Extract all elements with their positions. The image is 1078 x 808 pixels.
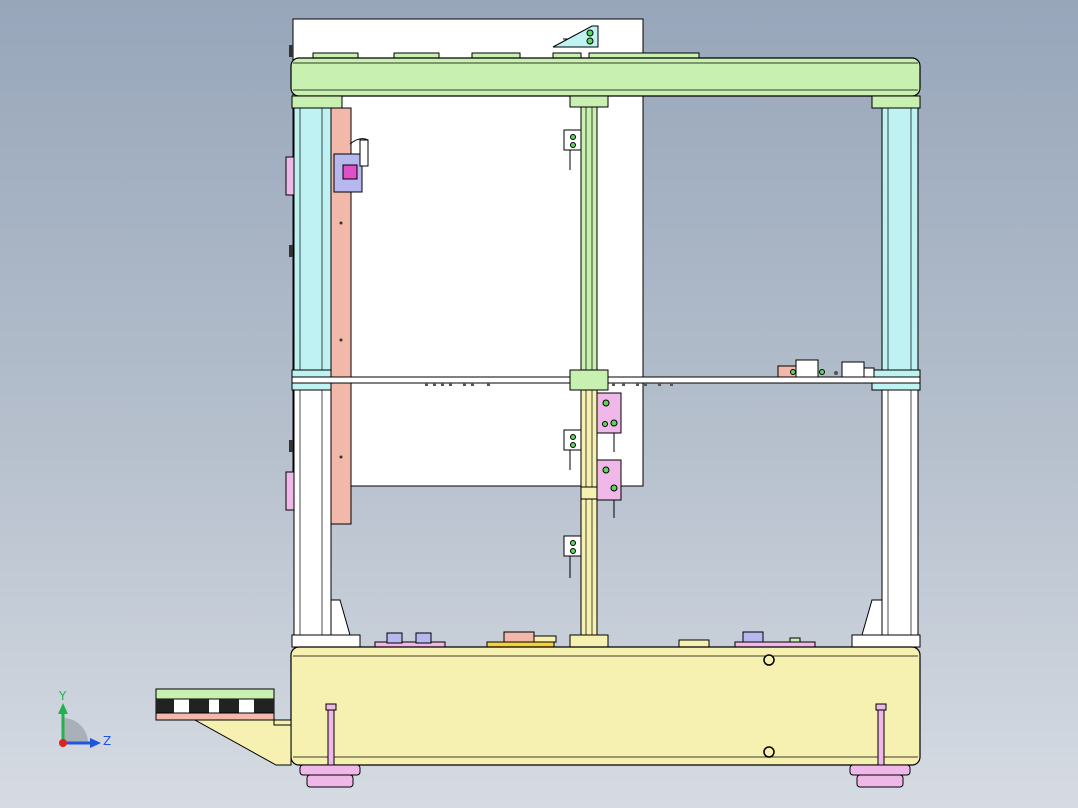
fixture-block bbox=[678, 639, 710, 648]
right-column-cap-top bbox=[871, 95, 921, 109]
bracket-bolt-2 bbox=[586, 37, 594, 45]
axis-triad bbox=[58, 703, 101, 748]
y-axis-label: Y bbox=[58, 689, 67, 703]
right-column-upper bbox=[881, 107, 919, 371]
foot-right bbox=[849, 764, 911, 788]
side-conveyor bbox=[155, 688, 292, 766]
fixture-plate-3 bbox=[734, 641, 816, 648]
right-column-lower bbox=[881, 389, 919, 636]
center-rail-top-cap bbox=[569, 95, 609, 108]
base-hole-2 bbox=[763, 746, 775, 758]
fixture-plate-2 bbox=[486, 641, 555, 648]
foot-left bbox=[299, 764, 361, 788]
cad-viewport[interactable]: Y Z bbox=[0, 0, 1078, 808]
left-column-lower bbox=[293, 389, 332, 636]
left-column-upper bbox=[293, 107, 332, 371]
foot-rod-left bbox=[327, 703, 335, 767]
rail-sensor-low bbox=[563, 535, 582, 578]
left-pink-tab-1 bbox=[285, 156, 295, 196]
left-column-foot bbox=[291, 634, 361, 648]
sensor-block-magenta bbox=[342, 164, 358, 180]
base-hole-1 bbox=[763, 654, 775, 666]
yellow-base bbox=[290, 646, 921, 766]
center-rail-mid-cap bbox=[569, 369, 609, 391]
machine-frame-drawing: Y Z bbox=[58, 18, 921, 788]
right-column-foot bbox=[851, 634, 921, 648]
center-rail-foot bbox=[569, 634, 609, 648]
rail-sensor-plate-2 bbox=[596, 459, 622, 518]
bracket-bolt-1 bbox=[586, 29, 594, 37]
right-gusset bbox=[861, 599, 883, 636]
z-axis-label: Z bbox=[103, 734, 111, 748]
left-pink-tab-2 bbox=[285, 471, 295, 511]
center-rail-lower bbox=[580, 389, 598, 636]
left-gusset bbox=[330, 599, 351, 636]
foot-rod-right bbox=[877, 703, 885, 767]
center-rail-upper bbox=[580, 106, 598, 371]
mid-sensor-2 bbox=[841, 361, 865, 378]
left-column-cap-top bbox=[291, 95, 343, 109]
fixture-plate-1 bbox=[374, 641, 446, 648]
